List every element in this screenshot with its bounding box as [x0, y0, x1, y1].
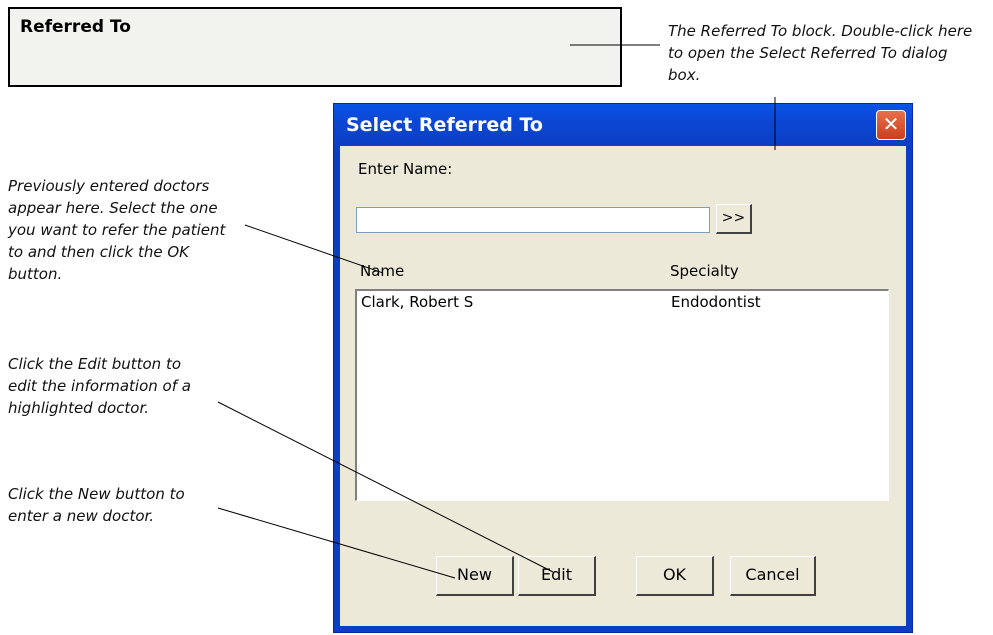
close-icon[interactable]: ✕ — [876, 110, 906, 140]
column-header-name[interactable]: Name — [360, 262, 404, 280]
ok-button[interactable]: OK — [636, 556, 714, 596]
search-button[interactable]: >> — [716, 204, 752, 234]
dialog-body: Enter Name: >> Name Specialty Clark, Rob… — [340, 146, 906, 626]
callout-edit-button: Click the Edit button to edit the inform… — [8, 355, 191, 417]
dialog-title: Select Referred To — [346, 114, 543, 136]
enter-name-label: Enter Name: — [358, 160, 453, 178]
doctor-specialty: Endodontist — [671, 293, 761, 311]
dialog-titlebar[interactable]: Select Referred To ✕ — [334, 104, 912, 146]
callout-doctor-list: Previously entered doctors appear here. … — [8, 177, 226, 283]
doctor-name: Clark, Robert S — [361, 293, 474, 311]
column-header-specialty[interactable]: Specialty — [670, 262, 739, 280]
referred-to-block[interactable]: Referred To — [8, 7, 622, 87]
list-item[interactable]: Clark, Robert S Endodontist — [361, 293, 884, 313]
enter-name-input[interactable] — [356, 207, 710, 233]
cancel-button[interactable]: Cancel — [730, 556, 816, 596]
callout-new-button: Click the New button to enter a new doct… — [8, 485, 185, 525]
referred-to-title: Referred To — [20, 17, 131, 37]
edit-button[interactable]: Edit — [518, 556, 596, 596]
doctor-list[interactable]: Clark, Robert S Endodontist — [355, 289, 889, 501]
select-referred-to-dialog: Select Referred To ✕ Enter Name: >> Name… — [333, 103, 913, 633]
new-button[interactable]: New — [436, 556, 514, 596]
callout-referred-block: The Referred To block. Double-click here… — [668, 22, 973, 84]
